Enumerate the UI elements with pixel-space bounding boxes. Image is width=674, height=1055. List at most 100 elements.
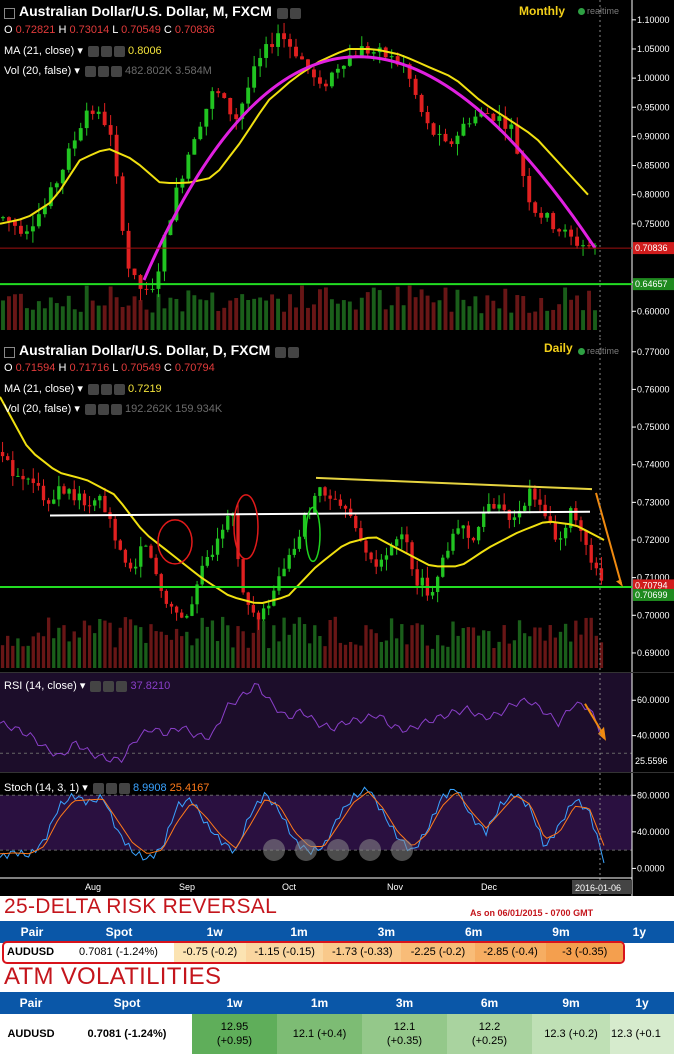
candle-body — [82, 493, 87, 506]
y-tick-label: 0.0000 — [637, 863, 665, 873]
y-tick-label: 0.70000 — [637, 610, 670, 620]
volume-bar — [584, 617, 588, 668]
col-header: 1y — [610, 992, 674, 1014]
eye-icon[interactable] — [84, 403, 96, 415]
gear-icon[interactable] — [97, 403, 109, 415]
candle-body — [210, 554, 215, 557]
close-icon[interactable] — [288, 346, 300, 358]
ohlc-l-label: L — [112, 24, 119, 36]
eye-icon[interactable] — [87, 45, 99, 57]
gear-icon[interactable] — [276, 7, 288, 19]
candle-body — [294, 46, 298, 57]
candle-body — [72, 489, 76, 501]
chevron-down-icon[interactable]: ▾ — [77, 383, 83, 395]
monthly-ma-legend[interactable]: MA (21, close) ▾ 0.8006 — [4, 44, 162, 57]
volume-bar — [210, 620, 215, 668]
scroll-right-icon[interactable] — [391, 839, 413, 861]
rsi-panel[interactable]: 60.0000 40.0000 25.5596 RSI (14, close) ▾ … — [0, 672, 674, 773]
volume-bar — [435, 635, 440, 668]
stoch-legend[interactable]: Stoch (14, 3, 1) ▾ 8.9908 25.4167 — [4, 781, 209, 794]
candle-body — [354, 516, 358, 529]
volume-bar — [36, 301, 41, 330]
volume-bar — [192, 295, 197, 330]
daily-vol-legend[interactable]: Vol (20, false) ▾ 192.262K 159.934K — [4, 402, 222, 415]
candle-body — [502, 504, 506, 510]
candle-body — [456, 528, 460, 534]
chevron-down-icon[interactable]: ▾ — [74, 65, 80, 77]
close-icon[interactable] — [116, 680, 128, 692]
volume-bar — [461, 628, 465, 668]
volume-bar — [594, 635, 598, 668]
candle-body — [126, 230, 131, 269]
candle-body — [251, 604, 256, 613]
gear-icon[interactable] — [275, 346, 287, 358]
vol-6m-cell: 12.2 (+0.25) — [447, 1014, 532, 1054]
close-icon[interactable] — [113, 383, 125, 395]
candle-body — [36, 483, 41, 486]
candle-body — [528, 488, 532, 506]
volume-bar — [149, 624, 153, 668]
gear-icon[interactable] — [100, 45, 112, 57]
volume-bar — [93, 633, 97, 668]
candle-body — [150, 288, 155, 290]
chevron-down-icon[interactable]: ▾ — [80, 680, 86, 692]
volume-bar — [0, 645, 5, 668]
volume-bar — [313, 625, 317, 668]
candle-body — [46, 500, 51, 504]
candle-body — [333, 498, 337, 500]
stoch-panel[interactable]: 80.0000 40.0000 0.0000 Aug Sep Oct Nov Dec 2016-… — [0, 772, 674, 896]
close-icon[interactable] — [110, 65, 122, 77]
zoom-out-icon[interactable] — [263, 839, 285, 861]
scroll-left-icon[interactable] — [359, 839, 381, 861]
volume-bar — [471, 627, 476, 668]
reset-icon[interactable] — [295, 839, 317, 861]
close-icon[interactable] — [289, 7, 301, 19]
daily-ma-legend[interactable]: MA (21, close) ▾ 0.7219 — [4, 382, 162, 395]
candle-body — [413, 78, 418, 95]
eye-icon[interactable] — [92, 782, 104, 794]
volume-bar — [264, 300, 269, 330]
daily-chart-panel[interactable]: 0.77000 0.76000 0.75000 0.74000 0.73000 0.720… — [0, 338, 674, 672]
col-header: 3m — [342, 921, 430, 943]
candle-body — [323, 487, 327, 496]
zoom-in-icon[interactable] — [327, 839, 349, 861]
candle-body — [149, 545, 153, 558]
candle-body — [389, 545, 394, 556]
candle-body — [446, 550, 450, 558]
volume-bar — [405, 644, 409, 668]
candle-body — [497, 504, 501, 509]
candle-body — [300, 56, 304, 60]
monthly-chart-panel[interactable]: 1.10000 1.05000 1.00000 0.95000 0.90000 0.850… — [0, 0, 674, 338]
gear-icon[interactable] — [105, 782, 117, 794]
collapse-icon[interactable] — [4, 346, 15, 358]
chevron-down-icon[interactable]: ▾ — [77, 45, 83, 57]
candle-body — [288, 39, 292, 47]
volume-bar — [479, 313, 484, 330]
candle-body — [215, 538, 220, 555]
close-icon[interactable] — [110, 403, 122, 415]
candle-body — [84, 110, 89, 129]
candle-body — [589, 544, 593, 563]
gear-icon[interactable] — [103, 680, 115, 692]
eye-icon[interactable] — [87, 383, 99, 395]
candle-body — [96, 111, 101, 114]
gear-icon[interactable] — [100, 383, 112, 395]
collapse-icon[interactable] — [4, 7, 15, 19]
volume-bar — [318, 636, 322, 668]
close-icon[interactable] — [118, 782, 130, 794]
x-tick-label: Aug — [85, 882, 101, 892]
candle-body — [359, 46, 364, 57]
resistance-trendline — [315, 476, 593, 491]
volume-bar — [246, 647, 250, 668]
atm-vol-title: ATM VOLATILITIES — [4, 963, 222, 990]
eye-icon[interactable] — [84, 65, 96, 77]
close-icon[interactable] — [113, 45, 125, 57]
rsi-legend[interactable]: RSI (14, close) ▾ 37.8210 — [4, 679, 170, 692]
volume-bar — [246, 299, 251, 330]
chevron-down-icon[interactable]: ▾ — [82, 782, 88, 794]
gear-icon[interactable] — [97, 65, 109, 77]
candle-body — [128, 562, 133, 569]
monthly-vol-legend[interactable]: Vol (20, false) ▾ 482.802K 3.584M — [4, 64, 212, 77]
eye-icon[interactable] — [90, 680, 102, 692]
chevron-down-icon[interactable]: ▾ — [74, 403, 80, 415]
